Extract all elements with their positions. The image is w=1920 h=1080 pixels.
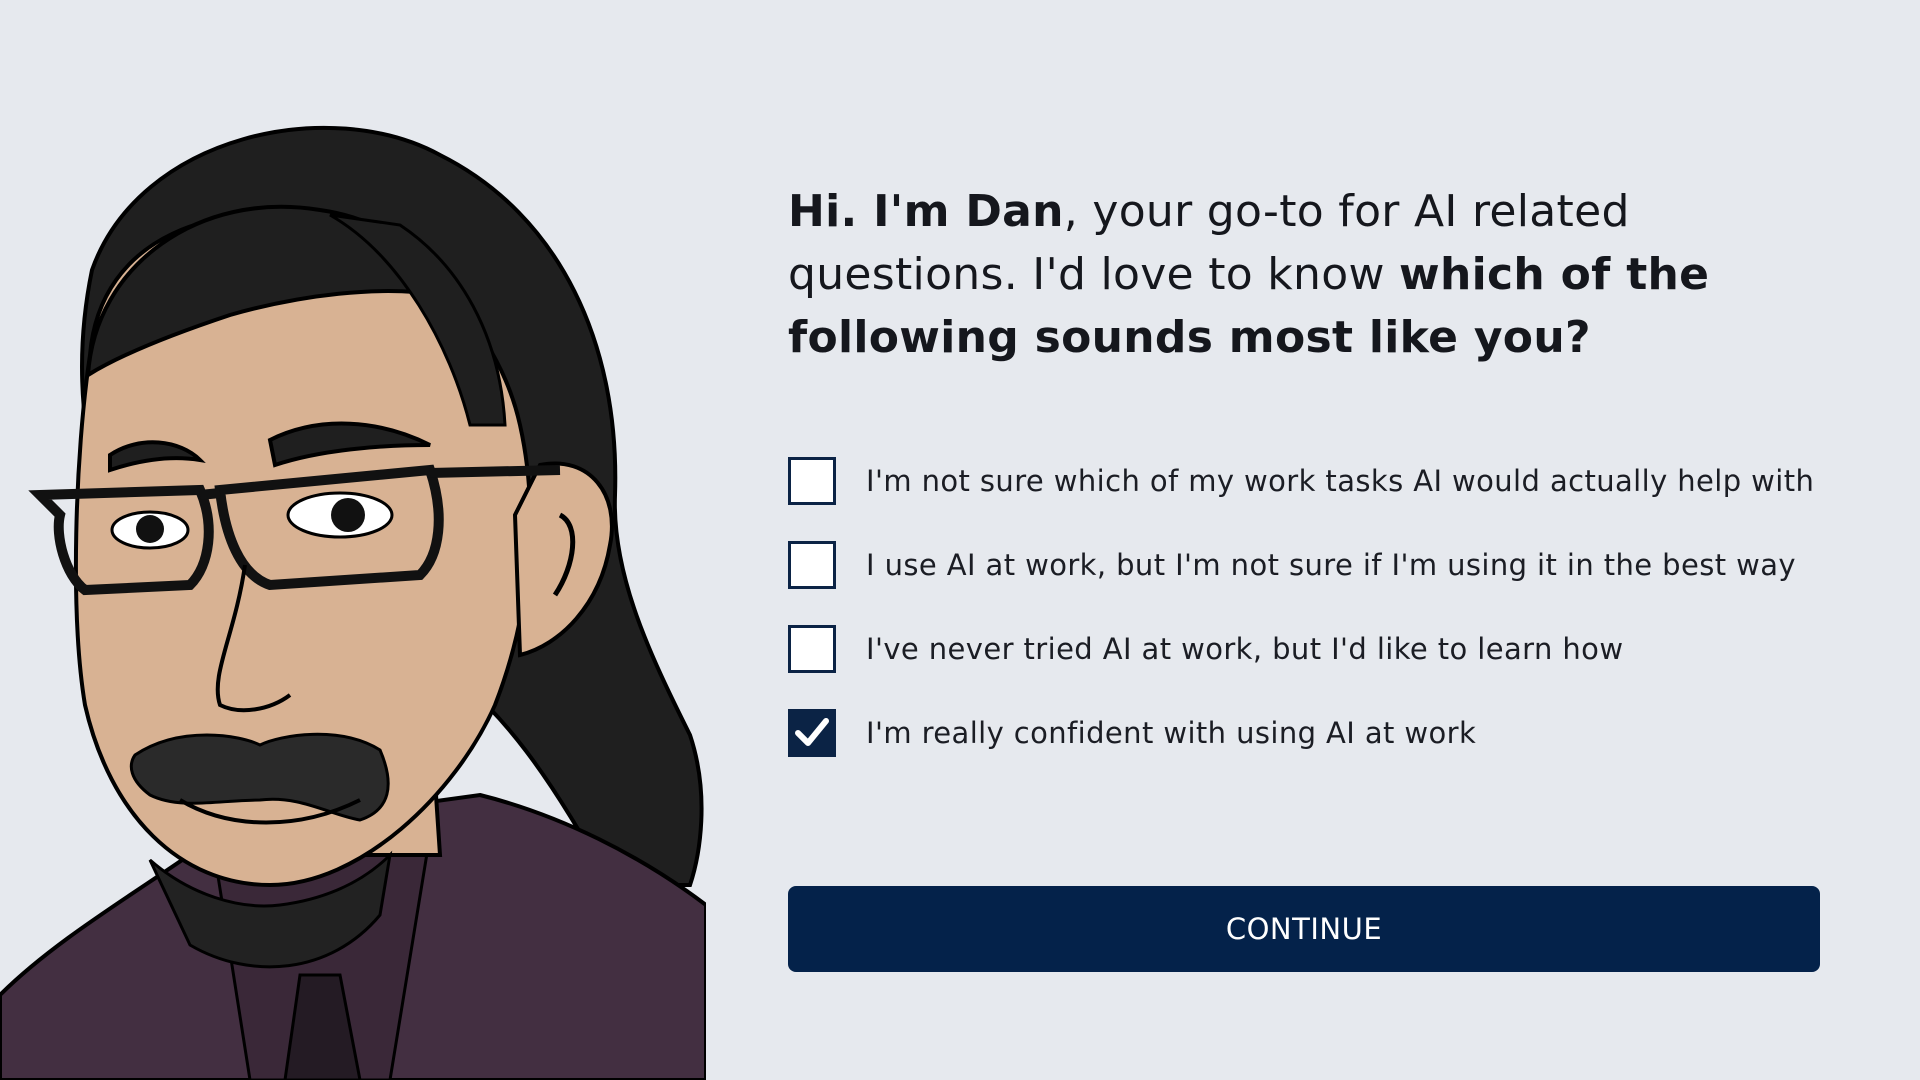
options-list: I'm not sure which of my work tasks AI w… [788, 454, 1848, 760]
checkmark-icon [795, 718, 829, 746]
question-panel: Hi. I'm Dan, your go-to for AI related q… [788, 180, 1848, 790]
avatar-image [0, 125, 706, 1080]
option-checkbox-2[interactable] [788, 541, 836, 589]
option-item-2[interactable]: I use AI at work, but I'm not sure if I'… [788, 538, 1848, 592]
option-item-4[interactable]: I'm really confident with using AI at wo… [788, 706, 1848, 760]
dan-avatar-illustration [0, 95, 706, 1080]
option-label-3: I've never tried AI at work, but I'd lik… [866, 632, 1624, 666]
survey-screen: Hi. I'm Dan, your go-to for AI related q… [0, 0, 1920, 1080]
intro-heading: Hi. I'm Dan, your go-to for AI related q… [788, 180, 1848, 369]
option-label-4: I'm really confident with using AI at wo… [866, 716, 1477, 750]
option-label-1: I'm not sure which of my work tasks AI w… [866, 464, 1815, 498]
option-checkbox-4[interactable] [788, 709, 836, 757]
option-item-1[interactable]: I'm not sure which of my work tasks AI w… [788, 454, 1848, 508]
continue-button[interactable]: CONTINUE [788, 886, 1820, 972]
option-checkbox-1[interactable] [788, 457, 836, 505]
option-label-2: I use AI at work, but I'm not sure if I'… [866, 548, 1796, 582]
option-item-3[interactable]: I've never tried AI at work, but I'd lik… [788, 622, 1848, 676]
greeting-text: Hi. I'm Dan [788, 186, 1064, 237]
option-checkbox-3[interactable] [788, 625, 836, 673]
